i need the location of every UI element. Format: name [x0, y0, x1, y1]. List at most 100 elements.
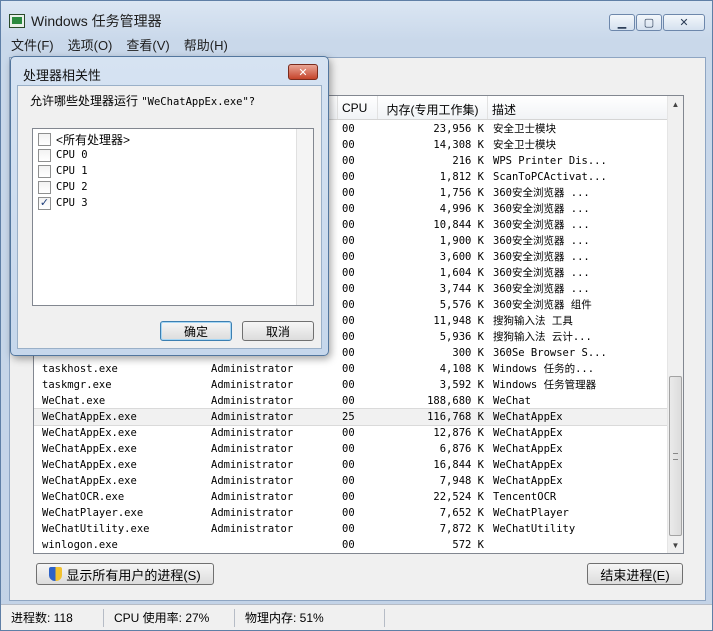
- checkbox[interactable]: [38, 164, 51, 178]
- process-name-cell: WeChatAppEx.exe: [42, 459, 137, 471]
- cpu-cell: 00: [342, 379, 355, 391]
- menu-bar: 文件(F) 选项(O) 查看(V) 帮助(H): [11, 35, 242, 54]
- cpu-cell: 00: [342, 507, 355, 519]
- checkbox[interactable]: [38, 148, 51, 162]
- description-cell: 360安全浏览器 ...: [493, 219, 590, 231]
- ok-button[interactable]: 确定: [160, 321, 232, 341]
- checkbox[interactable]: [38, 180, 51, 194]
- cancel-button[interactable]: 取消: [242, 321, 314, 341]
- memory-cell: 572 K: [452, 539, 484, 551]
- table-row[interactable]: taskmgr.exe Administrator 00 3,592 K Windows…: [34, 377, 669, 393]
- user-name-cell: Administrator: [211, 379, 294, 391]
- process-name-cell: taskmgr.exe: [42, 379, 112, 391]
- table-row[interactable]: taskhost.exe Administrator 00 4,108 K Window…: [34, 361, 669, 377]
- cpu-cell: 00: [342, 475, 355, 487]
- memory-cell: 1,812 K: [439, 171, 484, 183]
- description-cell: 安全卫士模块: [493, 139, 556, 151]
- column-description-header[interactable]: 描述: [488, 96, 669, 119]
- table-row[interactable]: WeChatAppEx.exe Administrator 25 116,768 K W…: [34, 408, 670, 426]
- maximize-button[interactable]: ▢: [636, 14, 662, 31]
- memory-cell: 22,524 K: [433, 491, 484, 503]
- prompt-text: 允许哪些处理器运行: [30, 94, 142, 108]
- show-all-users-label: 显示所有用户的进程(S): [66, 567, 201, 583]
- memory-cell: 116,768 K: [427, 411, 484, 423]
- description-cell: 360安全浏览器 组件: [493, 299, 592, 311]
- column-cpu-header[interactable]: CPU: [338, 96, 378, 119]
- scroll-down-icon[interactable]: ▼: [668, 537, 683, 553]
- uac-shield-icon: [49, 567, 63, 581]
- grip-icon: [673, 453, 678, 460]
- close-button[interactable]: ✕: [663, 14, 705, 31]
- processor-checklist: <所有处理器> CPU 0 CPU 1 CPU 2 ✓ CPU 3: [32, 128, 314, 306]
- cpu-cell: 00: [342, 347, 355, 359]
- prompt-process-name: "WeChatAppEx.exe"?: [141, 96, 256, 108]
- description-cell: WeChatAppEx: [493, 475, 563, 487]
- cpu-cell: 00: [342, 491, 355, 503]
- vertical-scrollbar[interactable]: ▲ ▼: [667, 96, 683, 553]
- processor-option[interactable]: CPU 2: [38, 179, 313, 195]
- cpu-cell: 00: [342, 123, 355, 135]
- description-cell: WeChatAppEx: [493, 459, 563, 471]
- show-all-users-button[interactable]: 显示所有用户的进程(S): [36, 563, 214, 585]
- processor-option[interactable]: CPU 1: [38, 163, 313, 179]
- cpu-cell: 00: [342, 427, 355, 439]
- scroll-thumb[interactable]: [669, 376, 682, 536]
- menu-options[interactable]: 选项(O): [68, 35, 113, 54]
- processor-option[interactable]: <所有处理器>: [38, 131, 313, 147]
- cpu-cell: 00: [342, 395, 355, 407]
- memory-cell: 4,996 K: [439, 203, 484, 215]
- table-row[interactable]: WeChatOCR.exe Administrator 00 22,524 K Tenc…: [34, 489, 669, 505]
- status-memory: 物理内存: 51%: [235, 608, 385, 627]
- column-memory-header[interactable]: 内存(专用工作集): [378, 96, 488, 119]
- memory-cell: 14,308 K: [433, 139, 484, 151]
- menu-view[interactable]: 查看(V): [126, 35, 169, 54]
- user-name-cell: Administrator: [211, 507, 294, 519]
- menu-file[interactable]: 文件(F): [11, 35, 54, 54]
- table-row[interactable]: WeChat.exe Administrator 00 188,680 K WeChat: [34, 393, 669, 409]
- cpu-cell: 00: [342, 283, 355, 295]
- process-name-cell: WeChatAppEx.exe: [42, 475, 137, 487]
- minimize-button[interactable]: ▁: [609, 14, 635, 31]
- user-name-cell: Administrator: [211, 443, 294, 455]
- table-row[interactable]: WeChatPlayer.exe Administrator 00 7,652 K We…: [34, 505, 669, 521]
- memory-cell: 3,744 K: [439, 283, 484, 295]
- memory-cell: 5,576 K: [439, 299, 484, 311]
- processor-option-label: CPU 2: [56, 181, 88, 193]
- status-processes: 进程数: 118: [1, 608, 104, 627]
- description-cell: 搜狗输入法 云计...: [493, 331, 592, 343]
- process-name-cell: WeChatUtility.exe: [42, 523, 150, 535]
- description-cell: WeChatUtility: [493, 523, 576, 535]
- table-row[interactable]: winlogon.exe 00 572 K: [34, 537, 669, 553]
- process-name-cell: taskhost.exe: [42, 363, 118, 375]
- memory-cell: 188,680 K: [427, 395, 484, 407]
- table-row[interactable]: WeChatAppEx.exe Administrator 00 6,876 K WeC…: [34, 441, 669, 457]
- process-name-cell: WeChatOCR.exe: [42, 491, 125, 503]
- checkbox[interactable]: [38, 132, 51, 146]
- cpu-cell: 00: [342, 443, 355, 455]
- processor-option[interactable]: ✓ CPU 3: [38, 195, 313, 211]
- checkbox[interactable]: ✓: [38, 196, 51, 210]
- table-row[interactable]: WeChatAppEx.exe Administrator 00 12,876 K We…: [34, 425, 669, 441]
- dialog-prompt: 允许哪些处理器运行 "WeChatAppEx.exe"?: [30, 92, 255, 109]
- description-cell: Windows 任务的...: [493, 363, 595, 375]
- scroll-up-icon[interactable]: ▲: [668, 96, 683, 112]
- checklist-scrollbar[interactable]: [296, 129, 313, 305]
- memory-cell: 3,600 K: [439, 251, 484, 263]
- memory-cell: 3,592 K: [439, 379, 484, 391]
- description-cell: 360安全浏览器 ...: [493, 267, 590, 279]
- table-row[interactable]: WeChatUtility.exe Administrator 00 7,872 K W…: [34, 521, 669, 537]
- dialog-close-button[interactable]: ✕: [288, 64, 318, 80]
- memory-cell: 10,844 K: [433, 219, 484, 231]
- cpu-cell: 00: [342, 155, 355, 167]
- table-row[interactable]: WeChatAppEx.exe Administrator 00 7,948 K WeC…: [34, 473, 669, 489]
- process-name-cell: winlogon.exe: [42, 539, 118, 551]
- user-name-cell: Administrator: [211, 475, 294, 487]
- cpu-cell: 00: [342, 299, 355, 311]
- end-process-button[interactable]: 结束进程(E): [587, 563, 683, 585]
- dialog-title: 处理器相关性: [23, 68, 102, 83]
- menu-help[interactable]: 帮助(H): [184, 35, 228, 54]
- processor-option[interactable]: CPU 0: [38, 147, 313, 163]
- memory-cell: 6,876 K: [439, 443, 484, 455]
- table-row[interactable]: WeChatAppEx.exe Administrator 00 16,844 K We…: [34, 457, 669, 473]
- cpu-cell: 00: [342, 459, 355, 471]
